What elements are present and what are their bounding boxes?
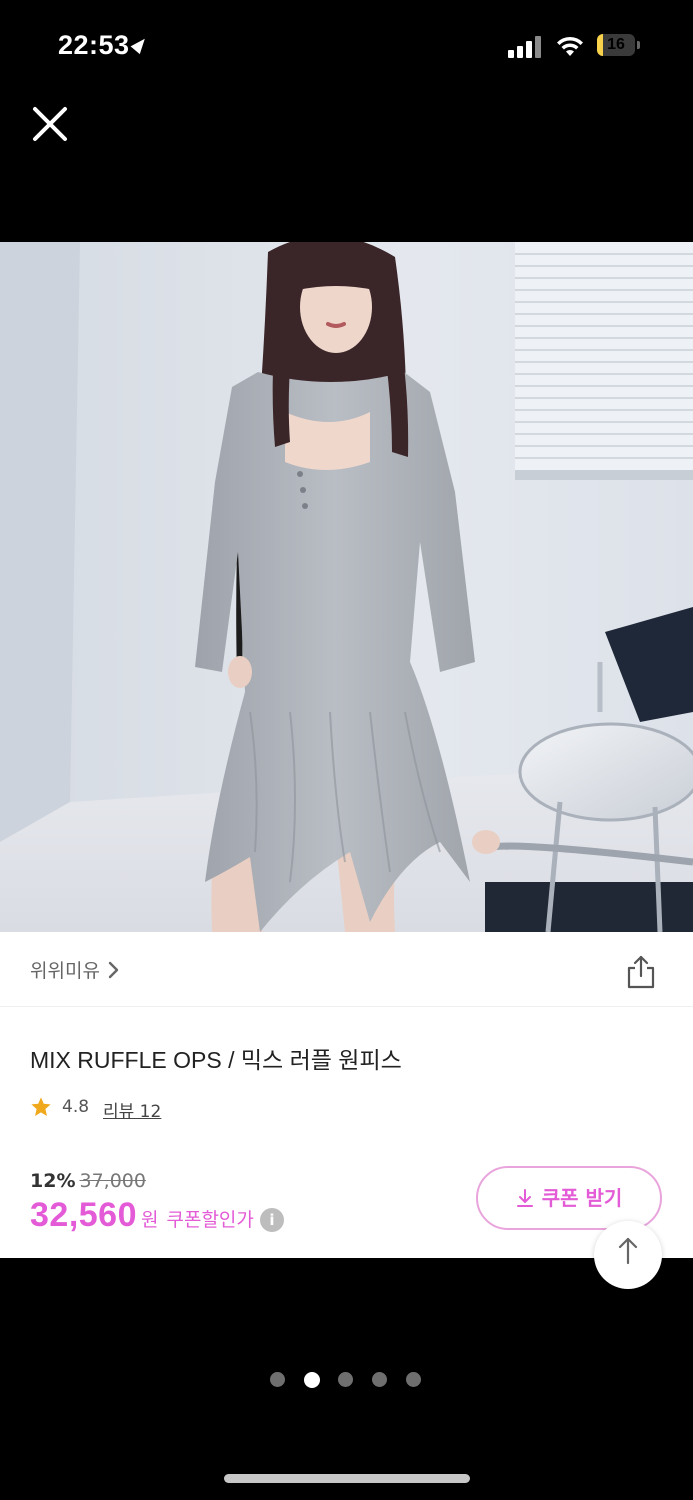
product-title: MIX RUFFLE OPS / 믹스 러플 원피스 (30, 1047, 402, 1073)
review-link[interactable]: 리뷰 12 (103, 1097, 161, 1122)
page-dot[interactable] (372, 1372, 387, 1387)
currency-unit: 원 (141, 1209, 159, 1231)
page-dot-active[interactable] (304, 1372, 320, 1388)
battery-level: 16 (607, 36, 625, 53)
page-dot[interactable] (270, 1372, 285, 1387)
rating-value: 4.8 (62, 1097, 90, 1117)
battery-icon: 16 (597, 34, 641, 58)
status-time-text: 22:53 (58, 30, 130, 60)
star-icon (31, 1097, 51, 1116)
scroll-to-top-button[interactable] (594, 1221, 662, 1289)
price-row: 32,560 원 쿠폰할인가 i (30, 1196, 284, 1235)
info-icon[interactable]: i (259, 1208, 284, 1232)
status-time: 22:53 (58, 30, 149, 61)
brand-link[interactable]: 위위미유 (30, 956, 120, 983)
get-coupon-button[interactable]: 쿠폰 받기 (476, 1166, 662, 1230)
battery-tip (637, 41, 640, 49)
page-dot[interactable] (406, 1372, 421, 1387)
share-button[interactable] (624, 954, 658, 990)
home-indicator[interactable] (224, 1474, 470, 1483)
coupon-discount-label: 쿠폰할인가 (166, 1209, 254, 1231)
discount-percent: 12% (30, 1170, 76, 1192)
download-icon (516, 1189, 533, 1207)
original-price: 37,000 (79, 1170, 146, 1192)
carousel-page-dots (270, 1372, 430, 1388)
product-photo[interactable] (0, 242, 693, 932)
cellular-signal-icon (508, 36, 542, 58)
arrow-up-icon (618, 1237, 638, 1265)
brand-name: 위위미유 (30, 960, 100, 982)
close-icon (33, 107, 67, 141)
location-arrow-icon (130, 34, 149, 55)
sale-price: 32,560 (30, 1196, 137, 1234)
product-info-card: 위위미유 MIX RUFFLE OPS / 믹스 러플 원피스 4.8 리뷰 1… (0, 932, 693, 1289)
status-bar: 22:53 16 (0, 0, 693, 90)
share-icon (627, 955, 655, 989)
page-dot[interactable] (338, 1372, 353, 1387)
chevron-right-icon (108, 961, 119, 979)
get-coupon-label: 쿠폰 받기 (541, 1186, 623, 1210)
brand-row: 위위미유 (0, 932, 693, 1007)
product-photo-illustration (0, 242, 693, 932)
wifi-icon (557, 36, 583, 56)
discount-row: 12% 37,000 (30, 1170, 146, 1192)
close-button[interactable] (26, 100, 74, 148)
battery-body: 16 (597, 34, 635, 56)
